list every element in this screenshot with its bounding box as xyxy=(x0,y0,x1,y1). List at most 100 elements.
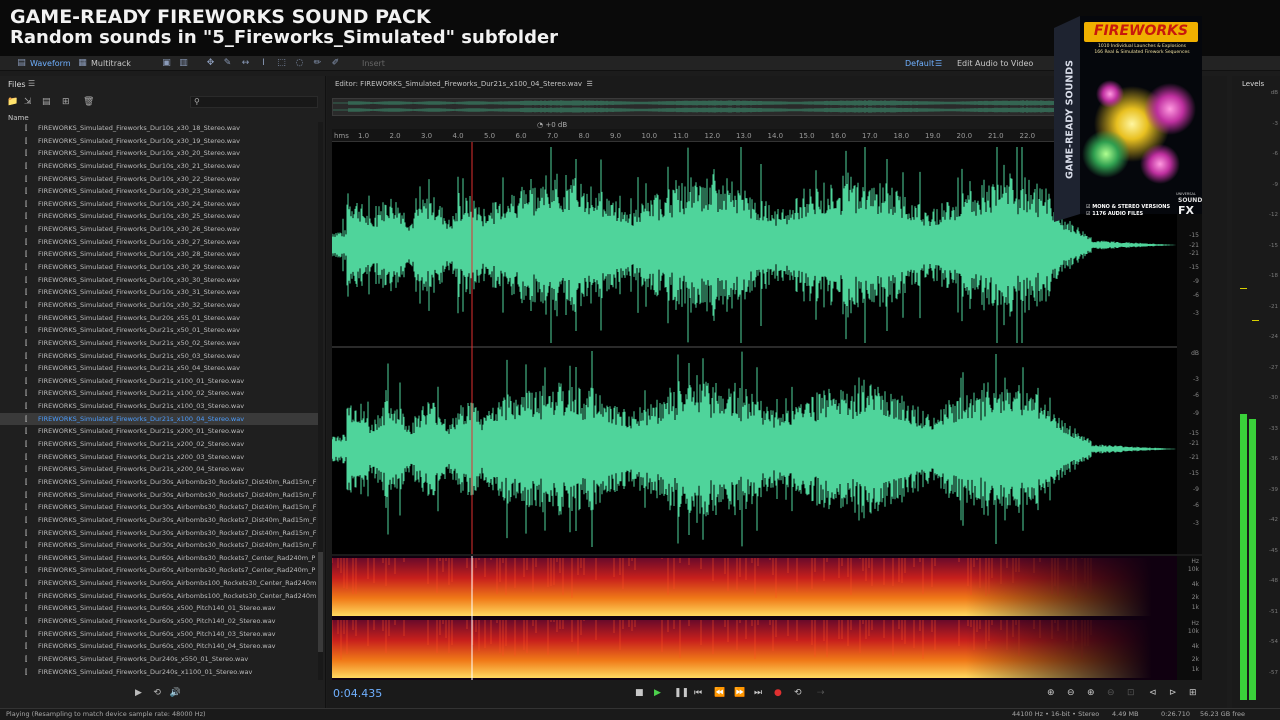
new-file-icon[interactable]: ▤ xyxy=(42,98,53,107)
file-list-item[interactable]: ⫿ FIREWORKS_Simulated_Fireworks_Dur60s_x5… xyxy=(0,602,318,615)
spectral-display-icon[interactable]: ▣ xyxy=(161,58,172,69)
file-list-item[interactable]: ⫿ FIREWORKS_Simulated_Fireworks_Dur10s_x3… xyxy=(0,135,318,148)
preview-autoplay-icon[interactable]: 🔊 xyxy=(170,688,181,698)
zoom-full-icon[interactable]: ⊡ xyxy=(1127,688,1135,698)
column-header-name[interactable]: Name xyxy=(8,114,29,122)
file-list-item[interactable]: ⫿ FIREWORKS_Simulated_Fireworks_Dur10s_x3… xyxy=(0,299,318,312)
zoom-in-amplitude-icon[interactable]: ⊕ xyxy=(1047,688,1055,698)
file-list-item[interactable]: ⫿ FIREWORKS_Simulated_Fireworks_Dur20s_x5… xyxy=(0,312,318,325)
file-list-item[interactable]: ⫿ FIREWORKS_Simulated_Fireworks_Dur60s_x5… xyxy=(0,640,318,653)
multitrack-tab[interactable]: Multitrack xyxy=(91,57,131,70)
file-name: FIREWORKS_Simulated_Fireworks_Dur240s_x5… xyxy=(38,654,249,663)
zoom-out-right-icon[interactable]: ⊳ xyxy=(1169,688,1177,698)
file-list-item[interactable]: ⫿ FIREWORKS_Simulated_Fireworks_Dur10s_x3… xyxy=(0,274,318,287)
file-list-item[interactable]: ⫿ FIREWORKS_Simulated_Fireworks_Dur21s_x2… xyxy=(0,451,318,464)
editor-title-text: Editor: FIREWORKS_Simulated_Fireworks_Du… xyxy=(335,80,583,88)
spectral-pitch-icon[interactable]: ▥ xyxy=(178,58,189,69)
delete-file-icon[interactable]: 🗑 xyxy=(83,98,94,107)
file-list-item[interactable]: ⫿ FIREWORKS_Simulated_Fireworks_Dur21s_x2… xyxy=(0,463,318,476)
file-list-item[interactable]: ⫿ FIREWORKS_Simulated_Fireworks_Dur60s_Ai… xyxy=(0,564,318,577)
editor-title[interactable]: Editor: FIREWORKS_Simulated_Fireworks_Du… xyxy=(335,80,593,88)
open-file-icon[interactable]: 📁 xyxy=(7,98,18,107)
move-tool-icon[interactable]: ✥ xyxy=(205,58,216,69)
zoom-in-time-icon[interactable]: ⊕ xyxy=(1087,688,1095,698)
workspace-menu-icon[interactable]: ☰ xyxy=(935,57,942,70)
edit-audio-to-video[interactable]: Edit Audio to Video xyxy=(957,57,1033,70)
current-time[interactable]: 0:04.435 xyxy=(333,687,382,700)
file-list-item[interactable]: ⫿ FIREWORKS_Simulated_Fireworks_Dur10s_x3… xyxy=(0,223,318,236)
spot-heal-icon[interactable]: ✐ xyxy=(330,58,341,69)
razor-tool-icon[interactable]: ✎ xyxy=(222,58,233,69)
waveform-tab[interactable]: Waveform xyxy=(30,57,71,70)
file-list-item[interactable]: ⫿ FIREWORKS_Simulated_Fireworks_Dur21s_x1… xyxy=(0,412,318,426)
files-panel-menu-icon[interactable]: ☰ xyxy=(28,79,35,88)
brush-icon[interactable]: ✏ xyxy=(312,58,323,69)
stop-icon[interactable]: ■ xyxy=(635,688,644,698)
file-list-item[interactable]: ⫿ FIREWORKS_Simulated_Fireworks_Dur60s_Ai… xyxy=(0,577,318,590)
file-list-item[interactable]: ⫿ FIREWORKS_Simulated_Fireworks_Dur60s_x5… xyxy=(0,615,318,628)
file-list-item[interactable]: ⫿ FIREWORKS_Simulated_Fireworks_Dur10s_x3… xyxy=(0,122,318,135)
file-list-item[interactable]: ⫿ FIREWORKS_Simulated_Fireworks_Dur30s_Ai… xyxy=(0,539,318,552)
file-list-item[interactable]: ⫿ FIREWORKS_Simulated_Fireworks_Dur10s_x3… xyxy=(0,261,318,274)
hud-volume[interactable]: ◔ +0 dB xyxy=(537,121,567,129)
file-list-item[interactable]: ⫿ FIREWORKS_Simulated_Fireworks_Dur21s_x1… xyxy=(0,400,318,413)
file-list-item[interactable]: ⫿ FIREWORKS_Simulated_Fireworks_Dur10s_x3… xyxy=(0,210,318,223)
file-list-item[interactable]: ⫿ FIREWORKS_Simulated_Fireworks_Dur21s_x2… xyxy=(0,425,318,438)
file-list-item[interactable]: ⫿ FIREWORKS_Simulated_Fireworks_Dur21s_x1… xyxy=(0,375,318,388)
record-icon[interactable]: ● xyxy=(774,688,782,698)
skip-to-start-icon[interactable]: ⏮ xyxy=(694,688,702,698)
file-list-item[interactable]: ⫿ FIREWORKS_Simulated_Fireworks_Dur21s_x5… xyxy=(0,324,318,337)
file-list-item[interactable]: ⫿ FIREWORKS_Simulated_Fireworks_Dur240s_x… xyxy=(0,653,318,666)
file-list-item[interactable]: ⫿ FIREWORKS_Simulated_Fireworks_Dur10s_x3… xyxy=(0,147,318,160)
loop-playback-icon[interactable]: ⟲ xyxy=(794,688,802,698)
import-file-icon[interactable]: ⇲ xyxy=(24,98,35,107)
file-list-item[interactable]: ⫿ FIREWORKS_Simulated_Fireworks_Dur10s_x3… xyxy=(0,248,318,261)
file-list-item[interactable]: ⫿ FIREWORKS_Simulated_Fireworks_Dur60s_Ai… xyxy=(0,552,318,565)
file-list-item[interactable]: ⫿ FIREWORKS_Simulated_Fireworks_Dur10s_x3… xyxy=(0,286,318,299)
file-list-item[interactable]: ⫿ FIREWORKS_Simulated_Fireworks_Dur30s_Ai… xyxy=(0,514,318,527)
file-list-item[interactable]: ⫿ FIREWORKS_Simulated_Fireworks_Dur30s_Ai… xyxy=(0,527,318,540)
files-search-input[interactable]: ⚲ xyxy=(190,96,318,108)
insert-button[interactable]: Insert xyxy=(362,57,385,70)
preview-loop-icon[interactable]: ⟲ xyxy=(153,688,161,698)
zoom-out-amplitude-icon[interactable]: ⊖ xyxy=(1067,688,1075,698)
zoom-out-time-icon[interactable]: ⊖ xyxy=(1107,688,1115,698)
file-list-item[interactable]: ⫿ FIREWORKS_Simulated_Fireworks_Dur60s_Ai… xyxy=(0,590,318,603)
file-list-item[interactable]: ⫿ FIREWORKS_Simulated_Fireworks_Dur30s_Ai… xyxy=(0,501,318,514)
workspace-default[interactable]: Default xyxy=(905,57,934,70)
file-name: FIREWORKS_Simulated_Fireworks_Dur21s_x10… xyxy=(38,376,245,385)
skip-to-end-icon[interactable]: ⏭ xyxy=(754,688,762,698)
marquee-icon[interactable]: ⬚ xyxy=(276,58,287,69)
play-icon[interactable]: ▶ xyxy=(654,688,661,698)
preview-play-icon[interactable]: ▶ xyxy=(135,688,142,698)
spectral-display[interactable] xyxy=(331,556,1177,680)
file-list-item[interactable]: ⫿ FIREWORKS_Simulated_Fireworks_Dur10s_x3… xyxy=(0,173,318,186)
fast-forward-icon[interactable]: ⏩ xyxy=(734,688,745,698)
file-list-item[interactable]: ⫿ FIREWORKS_Simulated_Fireworks_Dur240s_x… xyxy=(0,666,318,679)
file-list-item[interactable]: ⫿ FIREWORKS_Simulated_Fireworks_Dur10s_x3… xyxy=(0,185,318,198)
file-list-item[interactable]: ⫿ FIREWORKS_Simulated_Fireworks_Dur21s_x1… xyxy=(0,387,318,400)
time-selection-icon[interactable]: I xyxy=(258,58,269,69)
file-list-item[interactable]: ⫿ FIREWORKS_Simulated_Fireworks_Dur30s_Ai… xyxy=(0,476,318,489)
file-list-item[interactable]: ⫿ FIREWORKS_Simulated_Fireworks_Dur21s_x2… xyxy=(0,438,318,451)
file-name: FIREWORKS_Simulated_Fireworks_Dur21s_x50… xyxy=(38,364,240,373)
file-list-item[interactable]: ⫿ FIREWORKS_Simulated_Fireworks_Dur10s_x3… xyxy=(0,160,318,173)
file-list-item[interactable]: ⫿ FIREWORKS_Simulated_Fireworks_Dur10s_x3… xyxy=(0,236,318,249)
file-list-item[interactable]: ⫿ FIREWORKS_Simulated_Fireworks_Dur21s_x5… xyxy=(0,350,318,363)
pause-icon[interactable]: ❚❚ xyxy=(674,688,689,698)
file-list-item[interactable]: ⫿ FIREWORKS_Simulated_Fireworks_Dur10s_x3… xyxy=(0,198,318,211)
file-list-item[interactable]: ⫿ FIREWORKS_Simulated_Fireworks_Dur21s_x5… xyxy=(0,337,318,350)
file-list-item[interactable]: ⫿ FIREWORKS_Simulated_Fireworks_Dur60s_x5… xyxy=(0,628,318,641)
file-list-item[interactable]: ⫿ FIREWORKS_Simulated_Fireworks_Dur21s_x5… xyxy=(0,362,318,375)
zoom-selection-icon[interactable]: ⊞ xyxy=(1189,688,1197,698)
slip-tool-icon[interactable]: ↔ xyxy=(240,58,251,69)
insert-into-multitrack-icon[interactable]: ⊞ xyxy=(62,98,73,107)
scrollbar-thumb[interactable] xyxy=(318,552,323,652)
skip-selection-icon[interactable]: ⇢ xyxy=(817,688,825,698)
rewind-icon[interactable]: ⏪ xyxy=(714,688,725,698)
file-list-scrollbar[interactable] xyxy=(318,122,323,680)
lasso-icon[interactable]: ◌ xyxy=(294,58,305,69)
zoom-in-left-icon[interactable]: ⊲ xyxy=(1149,688,1157,698)
file-name: FIREWORKS_Simulated_Fireworks_Dur30s_Air… xyxy=(38,503,317,512)
file-list-item[interactable]: ⫿ FIREWORKS_Simulated_Fireworks_Dur30s_Ai… xyxy=(0,489,318,502)
